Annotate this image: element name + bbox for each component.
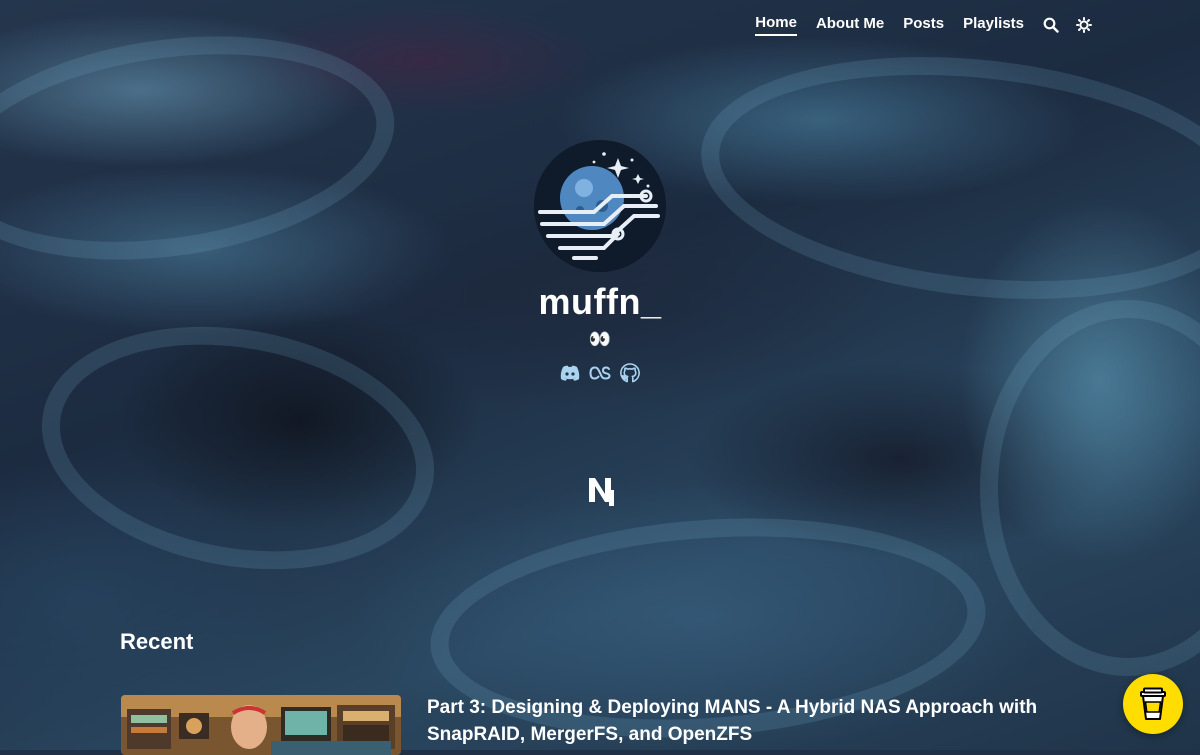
lastfm-icon[interactable] <box>589 362 611 384</box>
planet-circuit-logo <box>534 140 666 272</box>
buy-me-a-coffee-button[interactable] <box>1123 674 1183 734</box>
post-title-link[interactable]: Part 3: Designing & Deploying MANS - A H… <box>427 694 1067 748</box>
search-icon[interactable] <box>1043 17 1059 33</box>
hero: muffn_ 👀 <box>0 140 1200 384</box>
recent-heading: Recent <box>120 629 194 654</box>
nav-home[interactable]: Home <box>755 14 797 36</box>
site-title: muffn_ <box>538 281 662 322</box>
social-links <box>0 362 1200 384</box>
n-cursor-logo <box>587 474 617 508</box>
post-thumbnail[interactable] <box>121 695 401 755</box>
github-icon[interactable] <box>619 362 641 384</box>
nav-posts[interactable]: Posts <box>903 15 944 35</box>
discord-icon[interactable] <box>559 362 581 384</box>
top-nav: Home About Me Posts Playlists <box>755 14 1092 36</box>
avatar <box>534 140 666 272</box>
sun-icon[interactable] <box>1076 17 1092 33</box>
subtitle-emoji: 👀 <box>588 329 612 349</box>
nav-about-me[interactable]: About Me <box>816 15 884 35</box>
nav-playlists[interactable]: Playlists <box>963 15 1024 35</box>
coffee-cup-icon <box>1140 687 1166 720</box>
